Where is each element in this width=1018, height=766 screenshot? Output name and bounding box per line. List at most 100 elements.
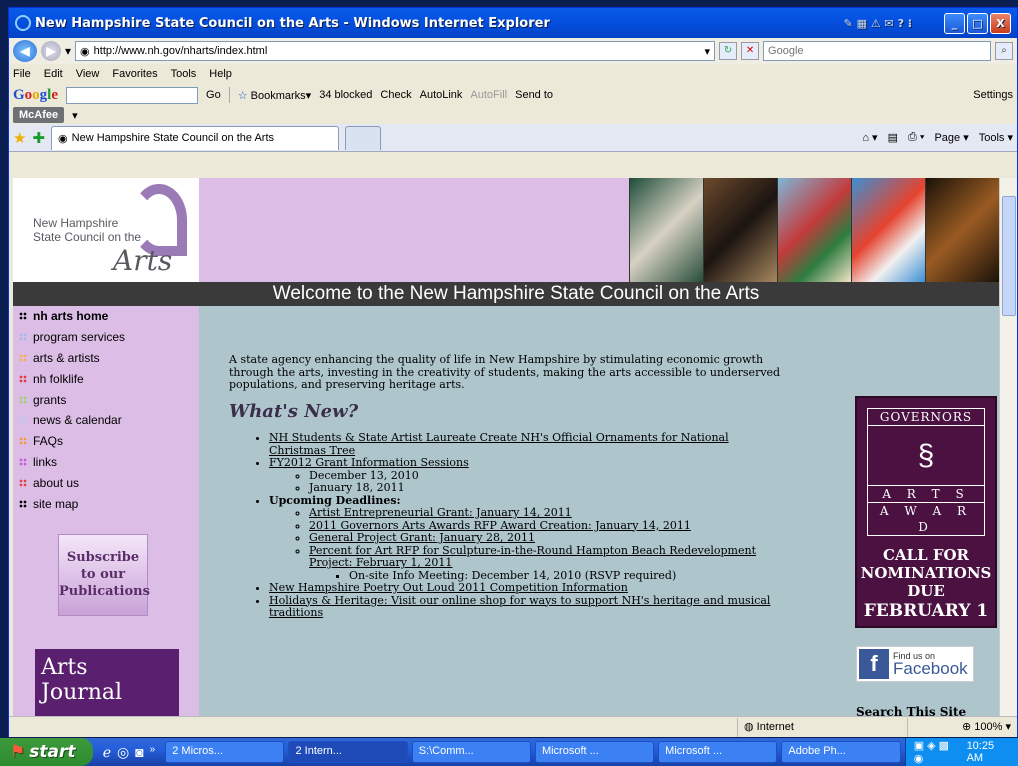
back-icon[interactable]: ◀ [13, 40, 37, 62]
google-go-button[interactable]: Go [206, 89, 221, 101]
globe-icon: ◍ [744, 720, 754, 733]
tools-menu[interactable]: Tools ▾ [979, 131, 1013, 144]
taskbar-item[interactable]: 2 Micros... [165, 741, 285, 763]
governors-arts-award-banner[interactable]: GOVERNORS § A R T S A W A R D CALL FOR N… [855, 396, 997, 628]
tray-icons[interactable]: ▣ ◈ ▩ ◉ [914, 739, 959, 765]
menu-view[interactable]: View [76, 68, 100, 80]
taskbar-item[interactable]: Microsoft ... [658, 741, 778, 763]
menu-edit[interactable]: Edit [44, 68, 63, 80]
history-dropdown-icon[interactable]: ▾ [65, 44, 71, 58]
search-input[interactable] [763, 41, 991, 61]
nav-site-map[interactable]: site map [13, 493, 199, 514]
scrollbar-thumb[interactable] [1002, 196, 1016, 316]
page-menu[interactable]: Page ▾ [934, 131, 968, 144]
google-search-box[interactable] [66, 86, 199, 104]
deadline-link-general-project[interactable]: General Project Grant: January 28, 2011 [309, 531, 535, 544]
expand-quicklaunch-icon[interactable]: » [150, 744, 156, 761]
mcafee-dropdown-icon[interactable]: ▾ [72, 109, 78, 122]
minimize-button[interactable]: _ [944, 12, 965, 34]
nav-bullet-icon [19, 499, 27, 508]
logo-line1: New Hampshire [33, 216, 119, 230]
deadline-link-entrepreneurial[interactable]: Artist Entrepreneurial Grant: January 14… [309, 506, 572, 519]
zone-indicator: ◍ Internet [737, 717, 907, 737]
nav-links[interactable]: links [13, 452, 199, 473]
subscribe-button[interactable]: Subscribe to our Publications [58, 534, 150, 616]
gov-cta: CALL FOR NOMINATIONS DUE FEBRUARY 1 [860, 546, 992, 621]
taskbar-item[interactable]: Microsoft ... [534, 741, 655, 763]
menu-favorites[interactable]: Favorites [112, 68, 157, 80]
taskbar-item[interactable]: 2 Intern... [288, 741, 408, 763]
windows-flag-icon: ⚑ [10, 742, 26, 762]
search-site-link[interactable]: Search This Site [856, 705, 966, 716]
search-icon[interactable]: ⌕ [995, 42, 1013, 60]
news-link-holidays[interactable]: Holidays & Heritage: Visit our online sh… [269, 594, 770, 620]
spellcheck-button[interactable]: Check [380, 89, 411, 101]
welcome-banner: Welcome to the New Hampshire State Counc… [13, 282, 999, 306]
logo-arts: Arts [113, 244, 173, 277]
ie-logo-icon [15, 15, 31, 31]
nav-faqs[interactable]: FAQs [13, 431, 199, 452]
nav-bullet-icon [19, 478, 27, 487]
forward-icon[interactable]: ▶ [41, 41, 61, 61]
list-item: Percent for Art RFP for Sculpture-in-the… [309, 544, 789, 583]
nav-arts-artists[interactable]: arts & artists [13, 348, 199, 369]
arts-journal-link[interactable]: Arts Journal [35, 649, 179, 716]
autolink-button[interactable]: AutoLink [420, 89, 463, 101]
feeds-icon[interactable]: ▤ [888, 131, 898, 144]
ie-quicklaunch-icon[interactable]: ℯ [103, 744, 111, 761]
nav-grants[interactable]: grants [13, 389, 199, 410]
gov-award-row: A W A R D [867, 503, 985, 536]
firefox-quicklaunch-icon[interactable]: ◎ [117, 744, 129, 761]
nav-nh-folklife[interactable]: nh folklife [13, 368, 199, 389]
home-icon[interactable]: ⌂ ▾ [862, 131, 877, 144]
nav-nh-arts-home[interactable]: nh arts home [13, 306, 199, 327]
gov-arts-row: A R T S [867, 486, 985, 503]
print-icon[interactable]: ⎙ ▾ [908, 131, 924, 144]
autofill-button[interactable]: AutoFill [470, 89, 507, 101]
mcafee-button[interactable]: McAfee [13, 107, 65, 123]
favorites-star-icon[interactable]: ★ [13, 129, 26, 147]
deadline-link-governors-rfp[interactable]: 2011 Governors Arts Awards RFP Award Cre… [309, 519, 691, 532]
nav-news-calendar[interactable]: news & calendar [13, 410, 199, 431]
address-url[interactable]: http://www.nh.gov/nharts/index.html [94, 45, 701, 57]
nav-program-services[interactable]: program services [13, 327, 199, 348]
intro-text: A state agency enhancing the quality of … [229, 353, 781, 391]
taskbar-item[interactable]: Adobe Ph... [781, 741, 901, 763]
zoom-control[interactable]: ⊕ 100% ▾ [907, 717, 1017, 737]
site-logo[interactable]: New Hampshire State Council on the Arts [13, 178, 199, 282]
news-link-ornaments[interactable]: NH Students & State Artist Laureate Crea… [269, 431, 729, 457]
refresh-icon[interactable]: ↻ [719, 42, 738, 60]
taskbar-item[interactable]: S:\Comm... [411, 741, 531, 763]
title-bar[interactable]: New Hampshire State Council on the Arts … [9, 8, 1017, 38]
deadline-link-percent-for-art[interactable]: Percent for Art RFP for Sculpture-in-the… [309, 544, 756, 570]
start-button[interactable]: ⚑ start [0, 738, 93, 766]
clock: 10:25 AM [966, 740, 995, 764]
address-dropdown-icon[interactable]: ▾ [705, 45, 711, 58]
nav-bullet-icon [19, 333, 27, 342]
sendto-button[interactable]: Send to [515, 89, 553, 101]
settings-button[interactable]: Settings [973, 89, 1013, 101]
news-link-grant-sessions[interactable]: FY2012 Grant Information Sessions [269, 456, 469, 469]
news-link-poetry[interactable]: New Hampshire Poetry Out Loud 2011 Compe… [269, 581, 628, 594]
nav-about-us[interactable]: about us [13, 472, 199, 493]
stop-icon[interactable]: ✕ [741, 42, 760, 60]
tab-page-icon: ◉ [58, 132, 68, 145]
facebook-badge[interactable]: f Find us on Facebook [856, 646, 974, 682]
bookmarks-button[interactable]: ☆ Bookmarks▾ [238, 89, 312, 102]
tab-active[interactable]: ◉ New Hampshire State Council on the Art… [51, 125, 340, 150]
menu-file[interactable]: File [13, 68, 31, 80]
nav-bullet-icon [19, 353, 27, 362]
new-tab-button[interactable] [345, 125, 382, 150]
google-logo: Google [13, 86, 59, 103]
close-button[interactable]: X [990, 12, 1011, 34]
add-favorites-icon[interactable]: ✚ [32, 129, 45, 147]
menu-help[interactable]: Help [209, 68, 232, 80]
menu-bar: File Edit View Favorites Tools Help [9, 64, 1017, 84]
popup-blocked-button[interactable]: 34 blocked [319, 89, 372, 101]
menu-tools[interactable]: Tools [171, 68, 197, 80]
vertical-scrollbar[interactable] [999, 178, 1017, 716]
outlook-quicklaunch-icon[interactable]: ◙ [135, 744, 143, 761]
address-bar[interactable]: ◉ http://www.nh.gov/nharts/index.html ▾ [75, 41, 716, 61]
maximize-button[interactable]: □ [967, 12, 988, 34]
news-list: NH Students & State Artist Laureate Crea… [229, 431, 789, 620]
